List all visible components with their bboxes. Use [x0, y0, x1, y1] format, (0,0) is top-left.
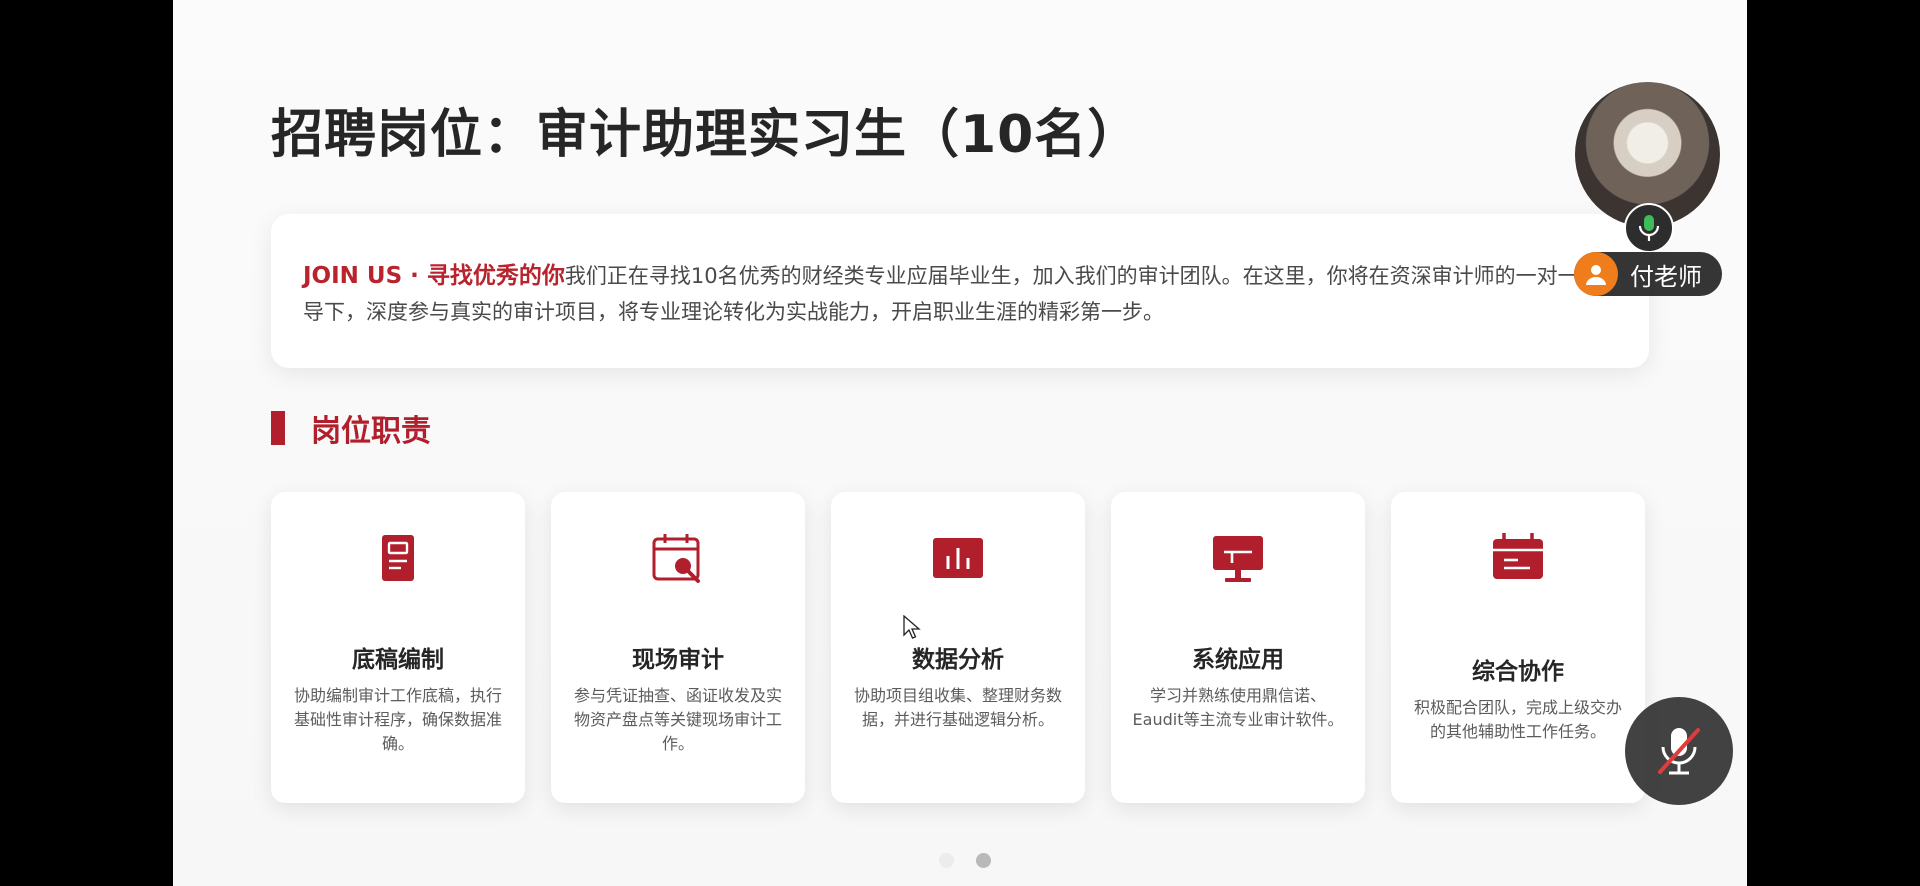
section-title: 岗位职责	[271, 408, 431, 449]
card-title: 系统应用	[1192, 647, 1284, 673]
card-description: 协助项目组收集、整理财务数据，并进行基础逻辑分析。	[853, 686, 1062, 729]
mouse-cursor-icon	[903, 615, 921, 639]
intro-text: JOIN US · 寻找优秀的你我们正在寻找10名优秀的财经类专业应届毕业生，加…	[303, 258, 1603, 330]
slide-title: 招聘岗位：审计助理实习生（10名）	[271, 105, 1141, 165]
duty-card: 底稿编制 协助编制审计工作底稿，执行基础性审计程序，确保数据准确。	[271, 492, 525, 803]
pager-dot[interactable]	[939, 853, 954, 868]
document-icon	[382, 535, 414, 581]
card-title: 综合协作	[1472, 659, 1564, 685]
mute-microphone-button[interactable]	[1625, 697, 1733, 805]
mic-on-icon	[1624, 203, 1674, 253]
section-heading: 岗位职责	[311, 414, 431, 449]
section-bar	[271, 411, 285, 445]
bar-chart-icon	[933, 538, 983, 578]
card-title: 现场审计	[632, 647, 724, 673]
duty-card: 数据分析 协助项目组收集、整理财务数据，并进行基础逻辑分析。	[831, 492, 1085, 803]
card-title: 底稿编制	[352, 647, 444, 673]
card-description: 协助编制审计工作底稿，执行基础性审计程序，确保数据准确。	[293, 686, 502, 753]
card-description: 积极配合团队，完成上级交办的其他辅助性工作任务。	[1413, 698, 1622, 741]
user-avatar-icon	[1574, 252, 1618, 296]
screen: 招聘岗位：审计助理实习生（10名） JOIN US · 寻找优秀的你我们正在寻找…	[0, 0, 1920, 886]
duty-card: 系统应用 学习并熟练使用鼎信诺、Eaudit等主流专业审计软件。	[1111, 492, 1365, 803]
intro-card: JOIN US · 寻找优秀的你我们正在寻找10名优秀的财经类专业应届毕业生，加…	[271, 214, 1649, 368]
card-description: 参与凭证抽查、函证收发及实物资产盘点等关键现场审计工作。	[573, 686, 782, 753]
duty-card: 现场审计 参与凭证抽查、函证收发及实物资产盘点等关键现场审计工作。	[551, 492, 805, 803]
presentation-slide: 招聘岗位：审计助理实习生（10名） JOIN US · 寻找优秀的你我们正在寻找…	[173, 0, 1747, 886]
slide-pager	[939, 853, 991, 868]
card-title: 数据分析	[912, 647, 1004, 673]
pager-dot-active[interactable]	[976, 853, 991, 868]
monitor-icon	[1213, 536, 1263, 582]
speaker-name-tag: 付老师	[1574, 252, 1722, 296]
duty-card: 综合协作 积极配合团队，完成上级交办的其他辅助性工作任务。	[1391, 492, 1645, 803]
card-description: 学习并熟练使用鼎信诺、Eaudit等主流专业审计软件。	[1132, 686, 1344, 729]
speaker-name: 付老师	[1630, 262, 1702, 291]
intro-accent: JOIN US · 寻找优秀的你	[303, 263, 565, 289]
calendar-search-icon	[652, 534, 700, 583]
calendar-icon	[1493, 533, 1543, 579]
mic-off-icon	[1658, 728, 1700, 775]
